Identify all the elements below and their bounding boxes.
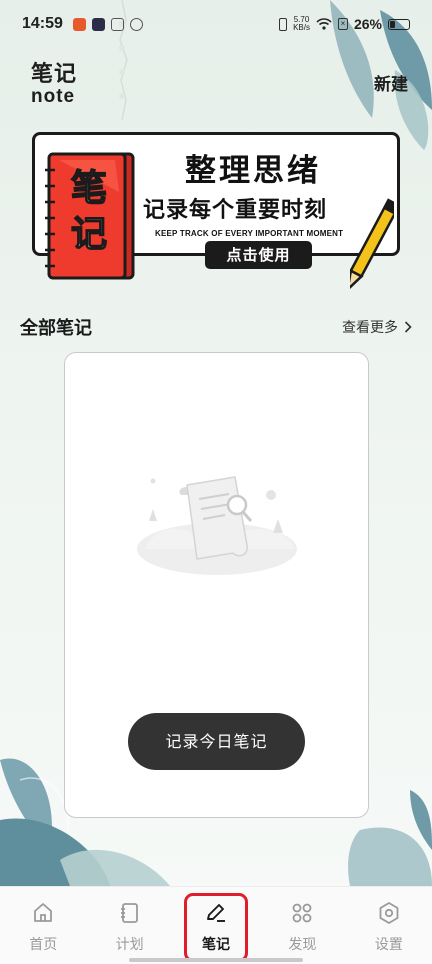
pen-icon <box>207 904 226 922</box>
battery-percent: 26% <box>353 16 382 32</box>
gesture-bar[interactable] <box>129 958 303 962</box>
status-bar: 14:59 5.70 KB/s × 26% <box>0 0 432 48</box>
grid-icon <box>293 903 312 923</box>
promo-banner[interactable]: 整理思绪 记录每个重要时刻 KEEP TRACK OF EVERY IMPORT… <box>32 130 402 298</box>
see-more-link[interactable]: 查看更多 <box>342 317 412 337</box>
nav-label-notes: 笔记 <box>202 937 231 953</box>
status-left: 14:59 <box>22 15 143 33</box>
nav-item-notes[interactable]: 笔记 <box>173 887 259 964</box>
notebook-illustration: 笔记 <box>45 152 135 284</box>
home-icon <box>34 903 53 922</box>
banner-headline: 整理思绪 <box>185 153 321 189</box>
network-speed: 5.70 KB/s <box>293 16 310 32</box>
nav-label-settings: 设置 <box>374 937 403 953</box>
record-today-note-button[interactable]: 记录今日笔记 <box>128 713 305 770</box>
leaf-notification-icon <box>129 17 143 31</box>
hexagon-settings-icon <box>379 902 399 924</box>
notebook-icon <box>120 903 138 923</box>
new-note-button[interactable]: 新建 <box>374 70 408 95</box>
status-time: 14:59 <box>22 15 63 32</box>
nav-item-settings[interactable]: 设置 <box>346 887 432 964</box>
net-speed-unit: KB/s <box>293 23 310 32</box>
wifi-icon <box>316 18 332 30</box>
nav-label-home: 首页 <box>29 937 58 953</box>
nav-label-plan: 计划 <box>115 937 144 953</box>
page-title: 笔记 note <box>31 56 77 106</box>
page-title-cn: 笔记 <box>31 62 78 87</box>
nav-item-discover[interactable]: 发现 <box>259 887 345 964</box>
notes-card: 记录今日笔记 <box>64 352 369 818</box>
empty-notes-illustration <box>137 476 297 575</box>
nav-label-discover: 发现 <box>288 937 317 953</box>
app-notification-icon <box>72 17 86 31</box>
status-right: 5.70 KB/s × 26% <box>279 16 410 32</box>
banner-subheadline: 记录每个重要时刻 <box>143 198 328 223</box>
pencil-icon <box>350 198 394 293</box>
section-title-all-notes: 全部笔记 <box>20 318 92 339</box>
no-sim-icon: × <box>337 18 348 30</box>
nav-item-plan[interactable]: 计划 <box>86 887 172 964</box>
see-more-label: 查看更多 <box>342 320 398 336</box>
play-notification-icon <box>91 17 105 31</box>
page-title-en: note <box>31 86 76 107</box>
chevron-right-icon <box>404 321 412 333</box>
vibrate-icon <box>279 17 288 31</box>
mail-notification-icon <box>110 17 124 31</box>
nav-item-home[interactable]: 首页 <box>0 887 86 964</box>
bottom-nav: 首页 计划 笔记 发现 设置 <box>0 886 432 964</box>
banner-cta-button[interactable]: 点击使用 <box>205 241 312 269</box>
battery-icon <box>388 18 410 30</box>
notebook-label: 笔记 <box>70 167 108 256</box>
banner-tagline: KEEP TRACK OF EVERY IMPORTANT MOMENT <box>155 229 344 238</box>
